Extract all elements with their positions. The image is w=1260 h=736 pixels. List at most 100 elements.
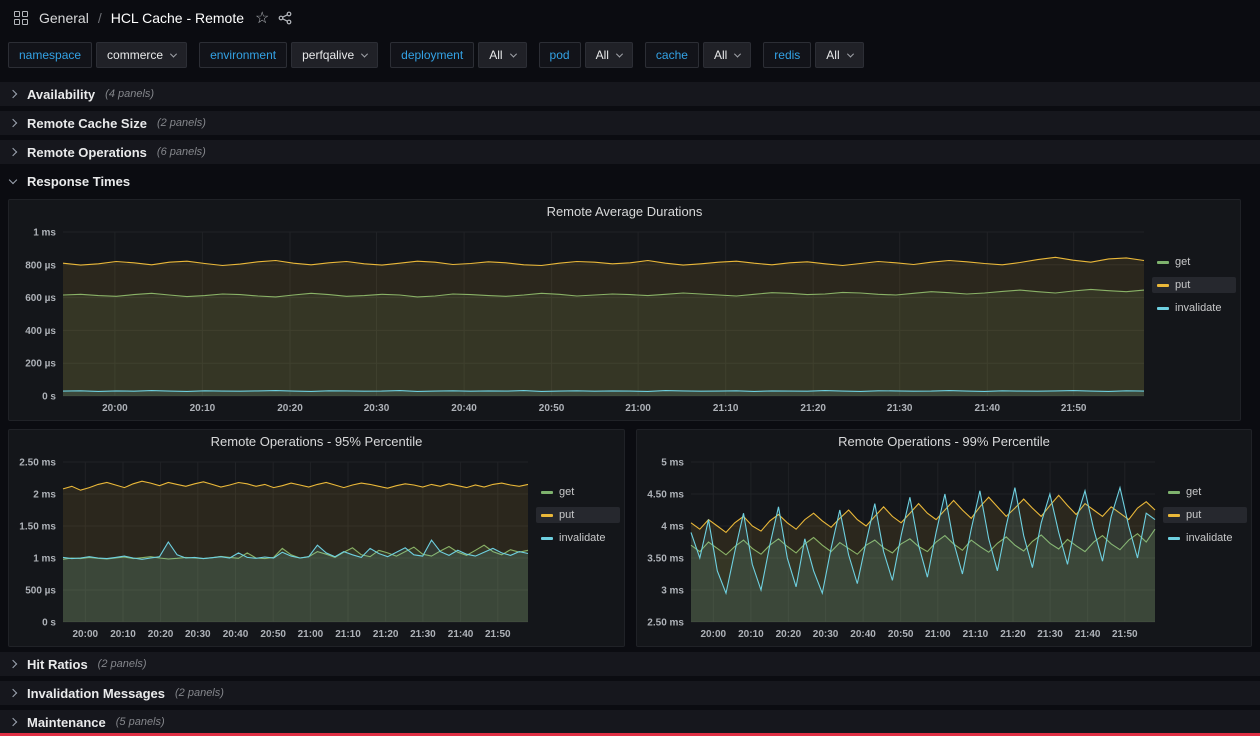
chevron-down-icon (170, 50, 177, 57)
svg-text:20:50: 20:50 (260, 629, 286, 640)
dashboards-grid-icon[interactable] (14, 11, 28, 25)
row-panel-count: (2 panels) (175, 687, 224, 699)
legend-item-invalidate[interactable]: invalidate (1152, 300, 1236, 316)
star-favorite-icon[interactable]: ☆ (255, 8, 269, 28)
top-navigation-bar: General / HCL Cache - Remote ☆ (0, 0, 1260, 36)
row-hit-ratios[interactable]: Hit Ratios (2 panels) (0, 652, 1260, 676)
legend-series-label: invalidate (1175, 302, 1221, 314)
row-response-times[interactable]: Response Times (0, 169, 1260, 193)
svg-text:3.50 ms: 3.50 ms (647, 554, 684, 565)
chevron-right-icon (9, 660, 17, 668)
legend-series-label: invalidate (559, 532, 605, 544)
legend-item-put[interactable]: put (1163, 507, 1247, 523)
svg-text:20:40: 20:40 (223, 629, 249, 640)
time-series-chart[interactable]: 0 s500 µs1 ms1.50 ms2 ms2.50 ms20:0020:1… (15, 454, 536, 642)
row-remote-cache-size[interactable]: Remote Cache Size (2 panels) (0, 111, 1260, 135)
chevron-right-icon (9, 689, 17, 697)
var-cache-dropdown[interactable]: All (703, 42, 751, 68)
legend-item-get[interactable]: get (1163, 484, 1247, 500)
template-variables-bar: namespace commerce environment perfqaliv… (0, 36, 1260, 77)
svg-text:21:30: 21:30 (887, 403, 913, 414)
row-remote-operations[interactable]: Remote Operations (6 panels) (0, 140, 1260, 164)
svg-text:1 ms: 1 ms (33, 554, 56, 565)
chevron-down-icon (616, 50, 623, 57)
var-namespace-value: commerce (107, 48, 163, 62)
svg-text:4 ms: 4 ms (661, 522, 684, 533)
svg-text:200 µs: 200 µs (25, 359, 56, 370)
panel-title[interactable]: Remote Operations - 99% Percentile (637, 430, 1251, 454)
chevron-right-icon (9, 90, 17, 98)
svg-text:20:10: 20:10 (110, 629, 136, 640)
svg-text:21:20: 21:20 (1000, 629, 1026, 640)
legend-series-label: get (1186, 486, 1201, 498)
row-panel-count: (6 panels) (157, 146, 206, 158)
svg-text:20:10: 20:10 (738, 629, 764, 640)
svg-text:20:10: 20:10 (190, 403, 216, 414)
var-redis-dropdown[interactable]: All (815, 42, 863, 68)
row-panel-count: (2 panels) (98, 658, 147, 670)
row-title: Response Times (27, 174, 130, 189)
time-series-chart[interactable]: 0 s 200 µs 400 µs 600 µs 800 µs 1 ms 20:00 20:1… (15, 224, 1152, 416)
row-invalidation-messages[interactable]: Invalidation Messages (2 panels) (0, 681, 1260, 705)
legend-series-swatch (541, 514, 553, 517)
row-title: Hit Ratios (27, 657, 88, 672)
svg-text:20:00: 20:00 (102, 403, 128, 414)
row-title: Availability (27, 87, 95, 102)
time-series-chart[interactable]: 2.50 ms3 ms3.50 ms4 ms4.50 ms5 ms20:0020… (643, 454, 1163, 642)
legend-series-swatch (541, 491, 553, 494)
legend-series-swatch (1157, 307, 1169, 310)
svg-text:21:50: 21:50 (1112, 629, 1138, 640)
chevron-down-icon (509, 50, 516, 57)
var-pod-dropdown[interactable]: All (585, 42, 633, 68)
breadcrumb-folder[interactable]: General (39, 10, 89, 26)
svg-text:1 ms: 1 ms (33, 228, 56, 239)
svg-text:21:40: 21:40 (448, 629, 474, 640)
var-pod-value: All (596, 48, 609, 62)
svg-text:800 µs: 800 µs (25, 260, 56, 271)
var-deployment-value: All (489, 48, 502, 62)
var-namespace-dropdown[interactable]: commerce (96, 42, 187, 68)
svg-text:21:40: 21:40 (1075, 629, 1101, 640)
panel-remote-operations-95-percentile: Remote Operations - 95% Percentile 0 s50… (8, 429, 625, 647)
legend-series-swatch (1157, 261, 1169, 264)
row-panel-count: (5 panels) (116, 716, 165, 728)
dashboard-title[interactable]: HCL Cache - Remote (111, 10, 244, 26)
svg-text:21:10: 21:10 (335, 629, 361, 640)
svg-text:20:20: 20:20 (776, 629, 802, 640)
legend-item-get[interactable]: get (1152, 254, 1236, 270)
legend-series-swatch (1157, 284, 1169, 287)
legend-item-invalidate[interactable]: invalidate (1163, 530, 1247, 546)
svg-text:400 µs: 400 µs (25, 326, 56, 337)
panel-title[interactable]: Remote Average Durations (9, 200, 1240, 224)
svg-text:2.50 ms: 2.50 ms (19, 458, 56, 469)
row-maintenance[interactable]: Maintenance (5 panels) (0, 710, 1260, 734)
var-namespace-label: namespace (8, 42, 92, 68)
chevron-down-icon (361, 50, 368, 57)
chevron-right-icon (9, 119, 17, 127)
legend-series-label: invalidate (1186, 532, 1232, 544)
svg-text:500 µs: 500 µs (25, 586, 56, 597)
legend-item-get[interactable]: get (536, 484, 620, 500)
row-panel-count: (4 panels) (105, 88, 154, 100)
var-deployment-dropdown[interactable]: All (478, 42, 526, 68)
legend-item-put[interactable]: put (1152, 277, 1236, 293)
svg-text:20:30: 20:30 (813, 629, 839, 640)
svg-text:2.50 ms: 2.50 ms (647, 618, 684, 629)
row-title: Remote Operations (27, 145, 147, 160)
svg-text:0 s: 0 s (42, 392, 56, 403)
svg-text:20:50: 20:50 (539, 403, 565, 414)
chart-legend: get put invalidate (536, 454, 620, 642)
svg-text:20:30: 20:30 (185, 629, 211, 640)
var-deployment-label: deployment (390, 42, 474, 68)
panel-title[interactable]: Remote Operations - 95% Percentile (9, 430, 624, 454)
row-title: Remote Cache Size (27, 116, 147, 131)
legend-series-label: get (1175, 256, 1190, 268)
svg-text:21:30: 21:30 (1037, 629, 1063, 640)
share-icon[interactable] (278, 11, 292, 25)
row-availability[interactable]: Availability (4 panels) (0, 82, 1260, 106)
legend-item-put[interactable]: put (536, 507, 620, 523)
legend-item-invalidate[interactable]: invalidate (536, 530, 620, 546)
svg-text:3 ms: 3 ms (661, 586, 684, 597)
svg-text:600 µs: 600 µs (25, 293, 56, 304)
var-environment-dropdown[interactable]: perfqalive (291, 42, 378, 68)
